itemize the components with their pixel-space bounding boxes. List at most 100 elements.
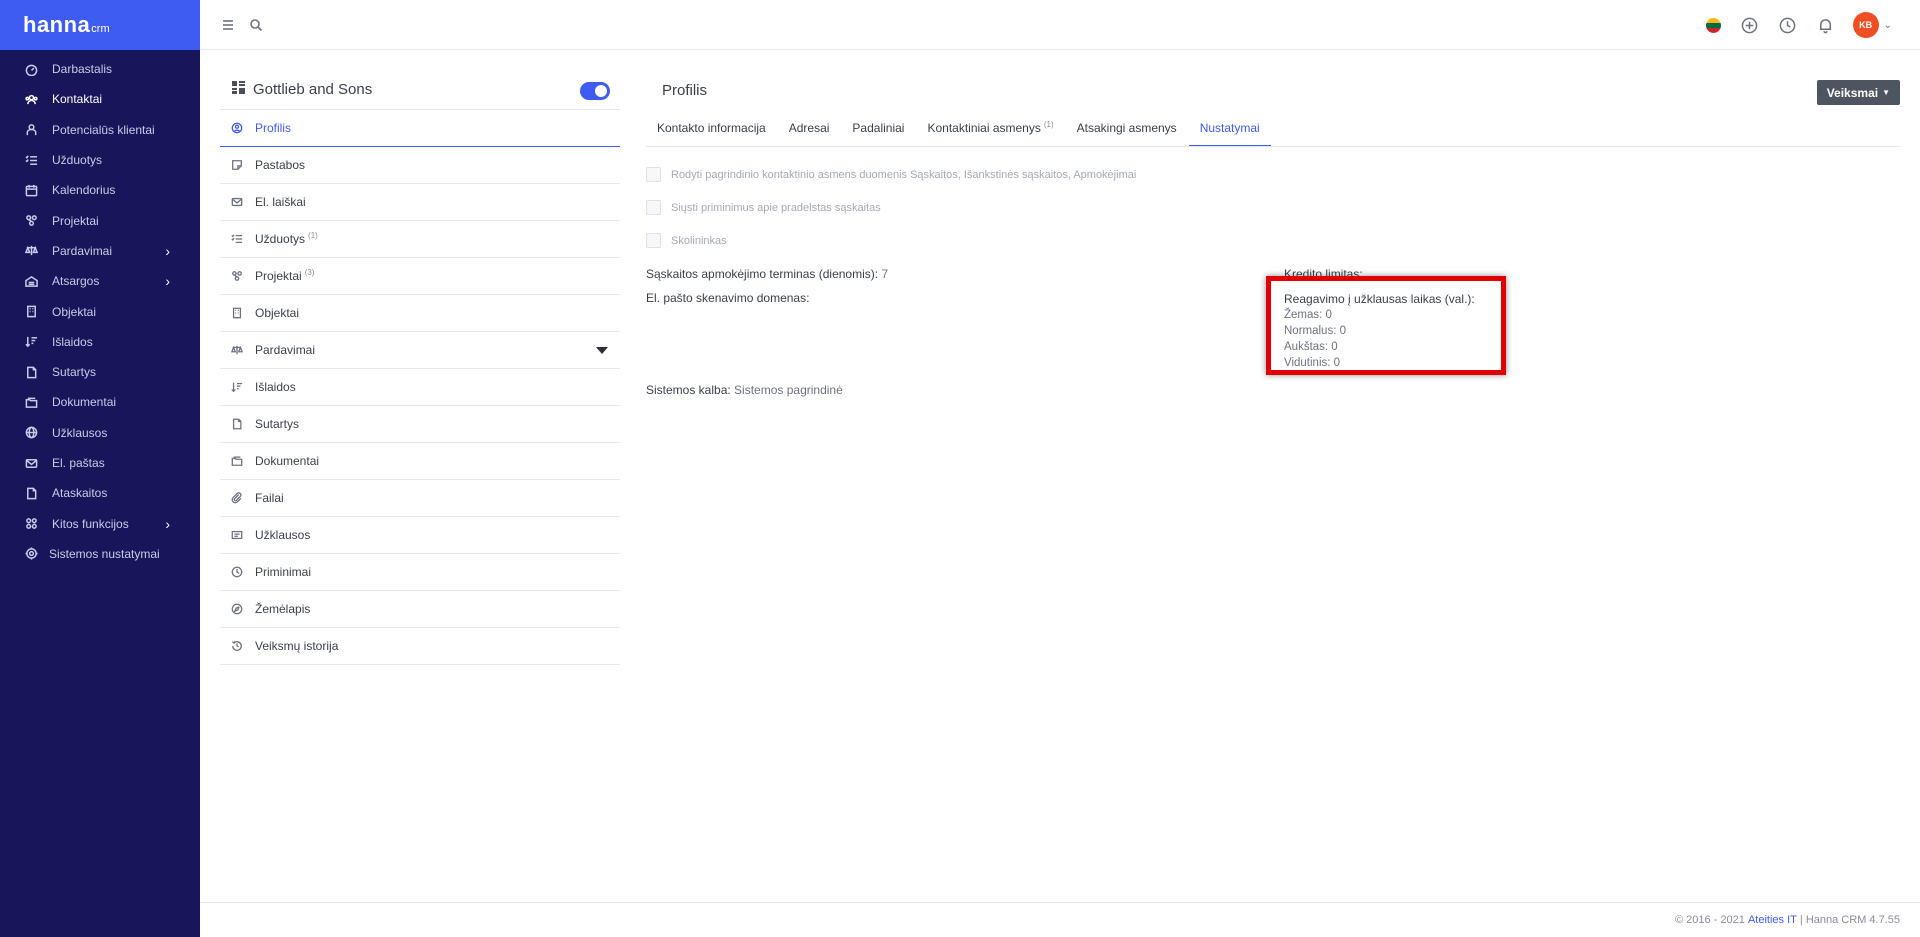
copyright-text: © 2016 - 2021	[1675, 914, 1745, 926]
profile-menu-item-4[interactable]: Projektai (3)	[220, 258, 620, 295]
caret-down-icon: ▼	[1882, 88, 1890, 97]
sidebar-item-15[interactable]: Kitos funkcijos ›	[0, 508, 200, 538]
company-name: Gottlieb and Sons	[253, 81, 373, 98]
tab-label: Padaliniai	[852, 121, 905, 135]
profile-menu-label: Užduotys	[255, 232, 306, 246]
clock-icon[interactable]	[1779, 16, 1797, 34]
profile-menu-label: Pastabos	[255, 158, 306, 172]
checkbox[interactable]	[646, 233, 661, 248]
contract-icon	[24, 365, 38, 379]
sidebar-item-5[interactable]: Projektai	[0, 205, 200, 235]
actions-button[interactable]: Veiksmai ▼	[1816, 80, 1900, 105]
highlight-box	[1266, 276, 1506, 375]
profile-menu-item-8[interactable]: Sutartys	[220, 406, 620, 443]
tab-0[interactable]: Kontakto informacija	[646, 110, 777, 146]
sidebar-item-12[interactable]: Užklausos	[0, 418, 200, 448]
calendar-icon	[24, 183, 38, 197]
tab-2[interactable]: Padaliniai	[841, 110, 915, 146]
history-icon	[230, 639, 244, 653]
avatar[interactable]: KB	[1852, 12, 1879, 38]
mail-icon	[24, 456, 38, 470]
sidebar-item-10[interactable]: Sutartys	[0, 357, 200, 387]
map-icon	[230, 602, 244, 616]
sidebar-item-label: Sutartys	[52, 365, 97, 380]
topbar-right: KB ⌄	[1705, 0, 1892, 50]
tab-3[interactable]: Kontaktiniai asmenys (1)	[916, 110, 1064, 146]
caret-down-icon[interactable]	[596, 347, 608, 354]
notes-icon	[230, 158, 244, 172]
menu-icon[interactable]	[220, 17, 236, 33]
language-label: Sistemos kalba:	[646, 383, 731, 397]
actions-label: Veiksmai	[1826, 85, 1879, 100]
count-badge: (3)	[304, 267, 315, 277]
expenses-icon	[230, 380, 244, 394]
chevron-right-icon: ›	[165, 515, 170, 532]
profile-menu-item-0[interactable]: Profilis	[220, 110, 620, 147]
checkbox-row: Siųsti priminimus apie pradelstas sąskai…	[646, 191, 1900, 224]
sidebar-item-label: El. paštas	[52, 456, 105, 470]
sidebar-item-7[interactable]: Atsargos ›	[0, 266, 200, 296]
sidebar-item-9[interactable]: Išlaidos	[0, 327, 200, 357]
profile-menu-item-9[interactable]: Dokumentai	[220, 443, 620, 480]
sidebar-item-4[interactable]: Kalendorius	[0, 175, 200, 205]
sidebar-item-16[interactable]: Sistemos nustatymai	[0, 539, 200, 569]
payment-term-label: Sąskaitos apmokėjimo terminas (dienomis)…	[646, 267, 879, 281]
sidebar-item-6[interactable]: Pardavimai ›	[0, 236, 200, 266]
sidebar-item-11[interactable]: Dokumentai	[0, 387, 200, 417]
main-header: Profilis Veiksmai ▼	[646, 70, 1900, 110]
version-text: | Hanna CRM 4.7.55	[1799, 914, 1900, 926]
bell-icon[interactable]	[1817, 16, 1835, 34]
main-panel: Profilis Veiksmai ▼ Kontakto informacija A…	[646, 70, 1900, 407]
sidebar-item-14[interactable]: Ataskaitos	[0, 478, 200, 508]
settings-content: Rodyti pagrindinio kontaktinio asmens du…	[646, 158, 1900, 407]
sidebar-item-1[interactable]: Kontaktai	[0, 84, 200, 114]
profile-menu-item-10[interactable]: Failai	[220, 480, 620, 517]
profile-menu-item-6[interactable]: Pardavimai	[220, 332, 620, 369]
company-link[interactable]: Ateities IT	[1748, 914, 1797, 926]
checkbox[interactable]	[646, 200, 661, 215]
logo[interactable]: hanna crm	[0, 0, 200, 50]
tab-5[interactable]: Nustatymai	[1188, 110, 1271, 146]
sidebar-item-3[interactable]: Užduotys	[0, 145, 200, 175]
building-icon	[230, 306, 244, 320]
chevron-right-icon: ›	[165, 273, 170, 290]
profile-menu-item-7[interactable]: Išlaidos	[220, 369, 620, 406]
tab-1[interactable]: Adresai	[778, 110, 841, 146]
grid-icon	[232, 80, 245, 99]
profile-menu-label: Objektai	[255, 306, 300, 320]
sidebar-item-label: Darbastalis	[52, 62, 113, 77]
footer: © 2016 - 2021 Ateities IT | Hanna CRM 4.…	[200, 902, 1920, 937]
profile-menu-item-5[interactable]: Objektai	[220, 295, 620, 332]
sidebar-item-label: Kitos funkcijos	[52, 516, 129, 531]
sidebar-item-label: Objektai	[52, 304, 97, 319]
tabs: Kontakto informacija Adresai Padaliniai Kon…	[646, 110, 1900, 147]
leads-icon	[24, 123, 38, 137]
profile-menu-item-12[interactable]: Priminimai	[220, 554, 620, 591]
inquiry-icon	[230, 528, 244, 542]
profile-menu-item-3[interactable]: Užduotys (1)	[220, 221, 620, 258]
sidebar-item-2[interactable]: Potencialūs klientai	[0, 115, 200, 145]
projects-icon	[230, 269, 244, 283]
profile-menu-label: Išlaidos	[255, 380, 296, 394]
profile-menu-item-14[interactable]: Veiksmų istorija	[220, 628, 620, 665]
profile-menu-item-2[interactable]: El. laiškai	[220, 184, 620, 221]
documents-icon	[230, 454, 244, 468]
plus-circle-icon[interactable]	[1741, 16, 1759, 34]
active-toggle[interactable]	[580, 82, 610, 100]
profile-menu-item-13[interactable]: Žemėlapis	[220, 591, 620, 628]
profile-menu-item-1[interactable]: Pastabos	[220, 147, 620, 184]
sidebar-item-8[interactable]: Objektai	[0, 296, 200, 326]
checkbox[interactable]	[646, 167, 661, 182]
sidebar-item-0[interactable]: Darbastalis	[0, 54, 200, 84]
profile-menu-label: Užklausos	[255, 528, 311, 542]
profile-menu-item-11[interactable]: Užklausos	[220, 517, 620, 554]
language-flag-icon[interactable]	[1705, 17, 1721, 33]
sidebar-nav: Darbastalis Kontaktai Potencialūs klientai…	[0, 50, 200, 569]
search-icon[interactable]	[248, 17, 264, 33]
chevron-down-icon[interactable]: ⌄	[1884, 20, 1892, 31]
sidebar-item-13[interactable]: El. paštas	[0, 448, 200, 478]
profile-menu-label: Žemėlapis	[255, 602, 311, 616]
tab-4[interactable]: Atsakingi asmenys	[1066, 110, 1188, 146]
profile-header: Gottlieb and Sons	[220, 70, 620, 110]
sidebar-item-label: Dokumentai	[52, 395, 117, 410]
